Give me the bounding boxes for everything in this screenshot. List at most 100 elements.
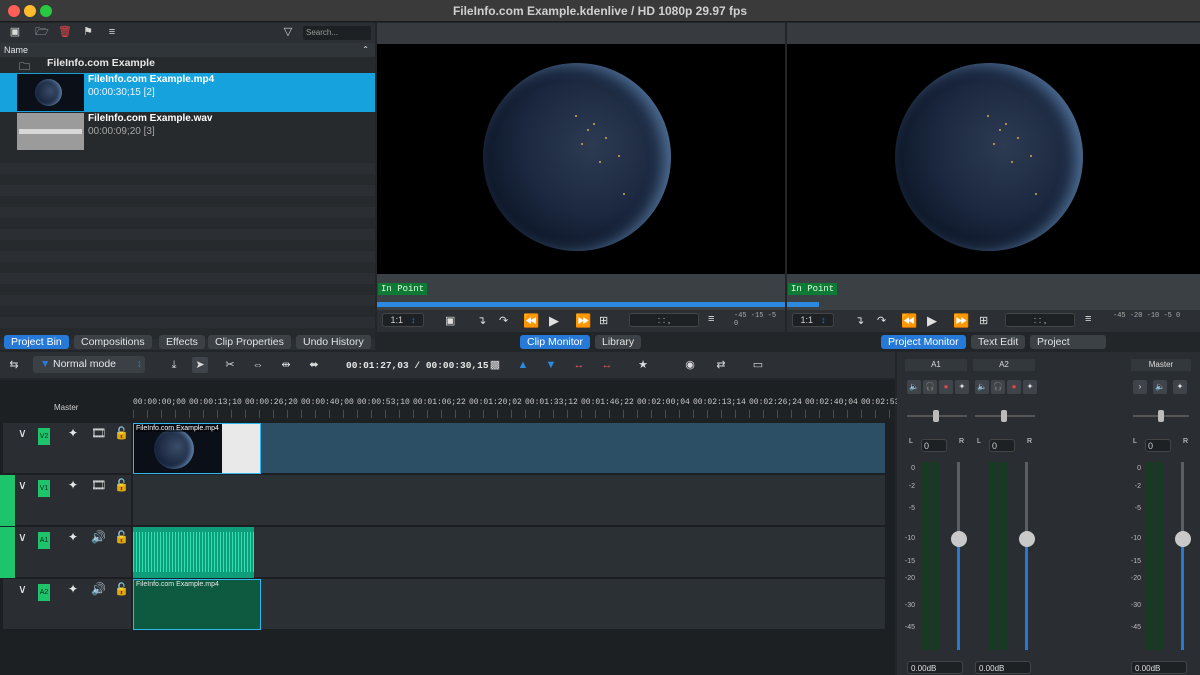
collapse-chevron-icon[interactable]: ∨ <box>18 426 27 440</box>
tab-undo-history[interactable]: Undo History <box>296 335 371 349</box>
film-icon[interactable]: 🎞 <box>91 478 106 492</box>
effects-icon[interactable]: ✦ <box>1023 380 1037 394</box>
solo-headphones-icon[interactable]: 🎧 <box>991 380 1005 394</box>
clip-monitor-ruler[interactable]: In Point <box>377 274 785 310</box>
edit-mode-select[interactable]: ▼ Normal mode ↕ <box>33 356 145 373</box>
filter-icon[interactable]: ▽ <box>281 26 295 39</box>
folder-row[interactable]: 🗀 FileInfo.com Example <box>0 57 375 73</box>
balance-slider[interactable] <box>1133 410 1189 422</box>
add-clip-icon[interactable]: ▣ <box>8 26 22 39</box>
effects-icon[interactable]: ✦ <box>955 380 969 394</box>
track-lane-a2[interactable]: FileInfo.com Example.mp4 <box>133 579 885 630</box>
insert-icon[interactable]: ▲ <box>515 357 531 373</box>
clip-monitor-video[interactable] <box>377 44 785 274</box>
mute-icon[interactable]: 🔈 <box>975 380 989 394</box>
track-header-a1[interactable]: ∨ A1 ✦ 🔊 🔓 <box>16 527 131 578</box>
audio-clip[interactable] <box>133 527 254 578</box>
track-lane-v2[interactable]: FileInfo.com Example.mp4 <box>133 423 885 474</box>
clip-row-wav[interactable]: FileInfo.com Example.wav 00:00:09;20 [3] <box>0 112 375 151</box>
mixer-toggle-icon[interactable]: ⇄ <box>713 357 729 373</box>
volume-value[interactable]: 0.00dB <box>907 661 963 674</box>
track-header-v2[interactable]: ∨ V2 ✦ 🎞 🔓 <box>3 423 131 474</box>
favorite-star-icon[interactable]: ★ <box>635 357 651 373</box>
tag-icon[interactable]: ⚑ <box>81 26 95 39</box>
rewind-icon[interactable]: ⏪ <box>901 313 917 329</box>
play-icon[interactable]: ▶ <box>549 313 559 329</box>
tab-effects[interactable]: Effects <box>159 335 205 349</box>
volume-fader-knob[interactable] <box>1019 531 1035 547</box>
timecode-input[interactable]: : : , <box>629 313 699 327</box>
effects-wand-icon[interactable]: ✦ <box>68 426 78 440</box>
collapse-chevron-icon[interactable]: ∨ <box>18 478 27 492</box>
zone-bar[interactable] <box>787 302 819 307</box>
record-icon[interactable]: ● <box>939 380 953 394</box>
set-in-icon[interactable]: ↴ <box>855 314 864 327</box>
volume-fader-knob[interactable] <box>1175 531 1191 547</box>
monitor-menu-icon[interactable]: ≡ <box>708 313 714 325</box>
effects-icon[interactable]: ✦ <box>1173 380 1187 394</box>
crop-icon[interactable]: ⊞ <box>599 314 608 327</box>
composite-icon[interactable]: ▩ <box>487 357 503 373</box>
expand-chevron-icon[interactable]: › <box>1133 380 1147 394</box>
track-lane-a1[interactable] <box>133 527 885 578</box>
solo-headphones-icon[interactable]: 🎧 <box>923 380 937 394</box>
zone-bar[interactable] <box>377 302 785 307</box>
selection-tool-icon[interactable]: ➤ <box>192 357 208 373</box>
effects-wand-icon[interactable]: ✦ <box>68 582 78 596</box>
track-settings-icon[interactable]: ⇆ <box>6 357 22 373</box>
tab-project-bin[interactable]: Project Bin <box>4 335 69 349</box>
spacer-tool-icon[interactable]: ⤓ <box>166 357 182 373</box>
fit-zoom-icon[interactable]: ▭ <box>750 357 766 373</box>
crop-icon[interactable]: ⊞ <box>979 314 988 327</box>
forward-icon[interactable]: ⏩ <box>953 313 969 329</box>
ripple-tool-icon[interactable]: ⇹ <box>278 357 294 373</box>
clip-row-mp4[interactable]: FileInfo.com Example.mp4 00:00:30;15 [2] <box>0 73 375 112</box>
tab-compositions[interactable]: Compositions <box>74 335 152 349</box>
balance-value[interactable]: 0 <box>921 439 947 452</box>
rewind-icon[interactable]: ⏪ <box>523 313 539 329</box>
lock-icon[interactable]: 🔓 <box>114 582 129 596</box>
roll-tool-icon[interactable]: ⬌ <box>306 357 322 373</box>
fit-view-icon[interactable]: ▣ <box>445 314 455 327</box>
set-out-icon[interactable]: ↷ <box>499 314 508 327</box>
video-clip[interactable]: FileInfo.com Example.mp4 <box>133 423 261 474</box>
tab-project-notes[interactable]: Project Notes <box>1030 335 1106 362</box>
track-header-a2[interactable]: ∨ A2 ✦ 🔊 🔓 <box>3 579 131 630</box>
speaker-icon[interactable]: 🔊 <box>91 530 106 544</box>
lock-icon[interactable]: 🔓 <box>114 478 129 492</box>
collapse-chevron-icon[interactable]: ∨ <box>18 582 27 596</box>
set-out-icon[interactable]: ↷ <box>877 314 886 327</box>
search-input[interactable]: Search... <box>303 26 371 40</box>
volume-value[interactable]: 0.00dB <box>1131 661 1187 674</box>
delete-icon[interactable]: 🗑 <box>58 26 72 39</box>
project-monitor-ruler[interactable]: In Point <box>787 274 1200 310</box>
mute-icon[interactable]: 🔈 <box>1153 380 1167 394</box>
project-monitor-video[interactable] <box>787 44 1200 274</box>
timecode-input[interactable]: : : , <box>1005 313 1075 327</box>
audio-clip[interactable]: FileInfo.com Example.mp4 <box>133 579 261 630</box>
film-icon[interactable]: 🎞 <box>91 426 106 440</box>
zoom-select[interactable]: 1:1 ↕ <box>792 313 834 327</box>
lift-icon[interactable]: ↔ <box>599 357 615 373</box>
record-icon[interactable]: ● <box>1007 380 1021 394</box>
balance-value[interactable]: 0 <box>1145 439 1171 452</box>
speaker-icon[interactable]: 🔊 <box>91 582 106 596</box>
collapse-chevron-icon[interactable]: ∨ <box>18 530 27 544</box>
name-column-header[interactable]: Name ⌃ <box>0 43 375 57</box>
record-target-icon[interactable]: ◉ <box>682 357 698 373</box>
timeline-ruler[interactable]: 00:00:00;00 00:00:13;10 00:00:26;20 00:0… <box>133 398 899 420</box>
overwrite-icon[interactable]: ▼ <box>543 357 559 373</box>
effects-wand-icon[interactable]: ✦ <box>68 478 78 492</box>
monitor-menu-icon[interactable]: ≡ <box>1085 313 1091 325</box>
lock-icon[interactable]: 🔓 <box>114 530 129 544</box>
slip-tool-icon[interactable]: ⇔ <box>250 357 266 373</box>
open-folder-icon[interactable]: 🗁 <box>35 26 49 39</box>
balance-slider[interactable] <box>907 410 967 422</box>
balance-slider[interactable] <box>975 410 1035 422</box>
volume-value[interactable]: 0.00dB <box>975 661 1031 674</box>
effects-wand-icon[interactable]: ✦ <box>68 530 78 544</box>
tab-text-edit[interactable]: Text Edit <box>971 335 1026 349</box>
tab-library[interactable]: Library <box>595 335 642 349</box>
balance-value[interactable]: 0 <box>989 439 1015 452</box>
track-header-v1[interactable]: ∨ V1 ✦ 🎞 🔓 <box>16 475 131 526</box>
